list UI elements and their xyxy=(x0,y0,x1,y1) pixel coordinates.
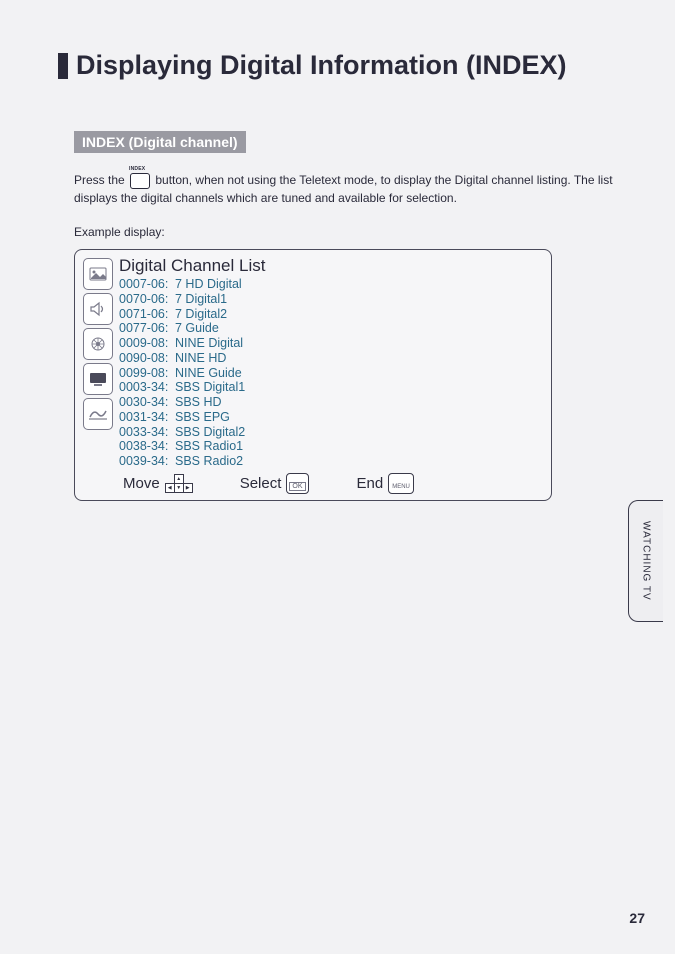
section-header: INDEX (Digital channel) xyxy=(74,131,246,153)
list-item: 0033-34:SBS Digital2 xyxy=(119,425,543,440)
list-item: 0077-06:7 Guide xyxy=(119,321,543,336)
list-item: 0007-06:7 HD Digital xyxy=(119,277,543,292)
arrow-keys-icon: ▲ ◀▼▶ xyxy=(165,474,192,492)
list-item: 0039-34:SBS Radio2 xyxy=(119,454,543,469)
osd-footer: Move ▲ ◀▼▶ Select OK End MENU xyxy=(123,473,543,494)
screen-icon xyxy=(83,363,113,395)
picture-icon xyxy=(83,258,113,290)
list-item: 0070-06:7 Digital1 xyxy=(119,292,543,307)
page-number: 27 xyxy=(629,910,645,926)
list-item: 0099-08:NINE Guide xyxy=(119,366,543,381)
select-hint: Select OK xyxy=(240,473,309,494)
sound-icon xyxy=(83,293,113,325)
page-title: Displaying Digital Information (INDEX) xyxy=(58,50,645,81)
list-item: 0071-06:7 Digital2 xyxy=(119,307,543,322)
list-title: Digital Channel List xyxy=(119,256,543,276)
move-hint: Move ▲ ◀▼▶ xyxy=(123,474,192,492)
list-item: 0003-34:SBS Digital1 xyxy=(119,380,543,395)
example-label: Example display: xyxy=(74,225,645,239)
list-item: 0090-08:NINE HD xyxy=(119,351,543,366)
category-icons xyxy=(83,258,113,430)
body-pre: Press the xyxy=(74,173,128,187)
feature-icon xyxy=(83,328,113,360)
setup-icon xyxy=(83,398,113,430)
title-bullet-icon xyxy=(58,53,68,79)
list-item: 0038-34:SBS Radio1 xyxy=(119,439,543,454)
channel-list: 0007-06:7 HD Digital 0070-06:7 Digital1 … xyxy=(119,277,543,469)
menu-button-icon: MENU xyxy=(388,473,414,494)
osd-panel: Digital Channel List 0007-06:7 HD Digita… xyxy=(74,249,552,501)
body-post: button, when not using the Teletext mode… xyxy=(74,173,613,205)
section-tab: WATCHING TV xyxy=(628,500,663,622)
list-item: 0009-08:NINE Digital xyxy=(119,336,543,351)
list-item: 0031-34:SBS EPG xyxy=(119,410,543,425)
list-item: 0030-34:SBS HD xyxy=(119,395,543,410)
end-hint: End MENU xyxy=(357,473,414,494)
title-text: Displaying Digital Information (INDEX) xyxy=(76,50,567,81)
body-text: Press the button, when not using the Tel… xyxy=(74,171,645,207)
index-button-icon xyxy=(130,173,150,189)
ok-button-icon: OK xyxy=(286,473,308,494)
